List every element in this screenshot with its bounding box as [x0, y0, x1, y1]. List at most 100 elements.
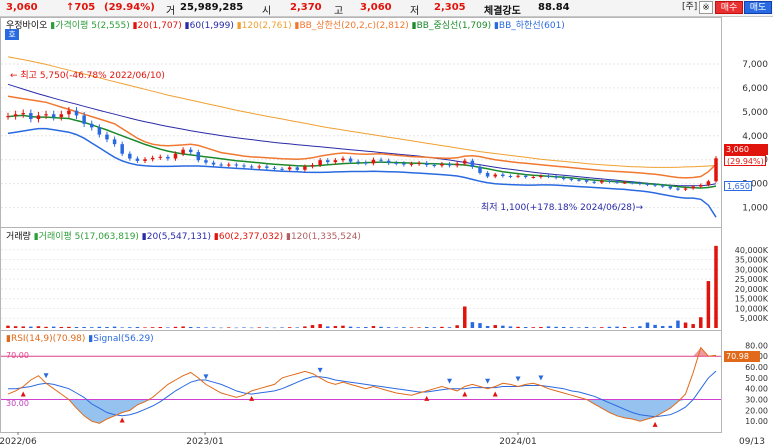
candle-body: [539, 176, 543, 178]
candle-body: [386, 160, 391, 163]
x-axis-label: 09/13: [739, 437, 765, 447]
volume-bar: [478, 323, 482, 328]
candle-body: [6, 116, 10, 118]
buy-signal-arrow: [492, 391, 498, 397]
volume-bar: [561, 327, 566, 328]
volume-bar: [348, 326, 353, 328]
volume-bar: [539, 327, 543, 328]
candle-body: [173, 153, 178, 159]
price-tick-label: 6,000: [742, 84, 768, 94]
volume-bar: [150, 327, 155, 328]
volume-bar: [607, 326, 612, 328]
volume-bar: [501, 325, 505, 328]
stock-chart[interactable]: 1,0002,0003,0004,0005,0006,0007,0005,000…: [0, 0, 773, 447]
volume-bar: [668, 325, 673, 328]
volume-tick-label: 35,000K: [735, 256, 769, 265]
candle-body: [493, 174, 497, 177]
candle-body: [341, 158, 345, 161]
volume-bar: [105, 327, 109, 328]
volume-bar: [516, 326, 520, 328]
sell-signal-arrow: [447, 378, 453, 384]
sell-signal-arrow: [538, 375, 544, 381]
volume-bar: [325, 326, 330, 328]
volume-bar: [280, 327, 284, 328]
volume-bar: [234, 327, 239, 329]
candle-body: [501, 174, 505, 177]
candle-body: [364, 162, 368, 164]
volume-bar: [74, 327, 79, 328]
rsi-tick-label: 40.00: [745, 385, 768, 394]
volume-bar: [600, 327, 604, 328]
candle-body: [516, 175, 520, 177]
candle-body: [379, 159, 383, 161]
candle-body: [181, 149, 185, 154]
volume-bar: [432, 327, 437, 328]
candle-body: [356, 161, 360, 163]
candle-body: [242, 165, 246, 167]
volume-bar: [470, 322, 475, 328]
candle-body: [485, 172, 490, 177]
x-axis-label: 2023/01: [186, 437, 223, 447]
candle-body: [432, 165, 437, 167]
candle-body: [82, 115, 86, 124]
candle-body: [188, 149, 193, 153]
volume-tick-label: 15,000K: [735, 295, 769, 304]
volume-bar: [714, 245, 718, 328]
candle-body: [569, 178, 574, 180]
candle-body: [67, 110, 71, 115]
candle-body: [234, 164, 239, 166]
candle-body: [105, 134, 109, 140]
volume-bar: [188, 327, 193, 328]
volume-bar: [653, 324, 657, 328]
candle-body: [150, 157, 155, 160]
candle-body: [554, 176, 558, 178]
volume-bar: [424, 327, 429, 328]
rsi-tick-label: 20.00: [745, 406, 768, 415]
candle-body: [112, 139, 117, 145]
volume-bar: [143, 327, 147, 328]
volume-bar: [523, 327, 528, 328]
volume-bar: [676, 320, 680, 328]
volume-bar: [82, 327, 86, 328]
candle-body: [51, 114, 56, 118]
candle-body: [333, 160, 338, 163]
candle-body: [59, 114, 64, 118]
volume-bar: [386, 327, 391, 328]
buy-signal-arrow: [424, 395, 430, 401]
volume-bar: [356, 327, 360, 328]
volume-bar: [219, 327, 223, 329]
sell-signal-arrow: [515, 376, 521, 382]
candle-body: [440, 164, 444, 166]
candle-body: [97, 127, 102, 135]
volume-bar: [204, 327, 208, 328]
candle-body: [158, 156, 163, 158]
rsi-30-label: 30.00: [6, 399, 29, 408]
volume-bar: [638, 326, 642, 328]
volume-bar: [622, 327, 627, 328]
sell-signal-arrow: [485, 378, 491, 384]
bb-lower-badge: 1,650: [724, 181, 752, 191]
rsi-tick-label: 60.00: [745, 363, 768, 372]
buy-signal-arrow: [20, 391, 26, 397]
volume-bar: [211, 327, 216, 328]
candle-body: [325, 160, 330, 163]
volume-bar: [59, 327, 64, 328]
volume-bar: [295, 327, 300, 328]
x-axis-label: 2024/01: [499, 437, 536, 447]
volume-bar: [21, 326, 25, 328]
volume-bar: [493, 325, 497, 328]
rsi-70-label: 70.00: [6, 351, 29, 360]
volume-bar: [394, 327, 399, 328]
volume-bar: [364, 327, 368, 328]
candle-body: [29, 113, 33, 120]
volume-bar: [310, 325, 315, 328]
volume-bar: [89, 327, 94, 328]
candle-body: [249, 166, 254, 168]
volume-bar: [341, 325, 345, 328]
volume-bar: [371, 326, 376, 328]
sell-signal-arrow: [43, 373, 49, 379]
candle-body: [470, 160, 475, 167]
candle-body: [630, 182, 635, 184]
volume-bar: [29, 326, 33, 328]
candle-body: [455, 163, 459, 166]
